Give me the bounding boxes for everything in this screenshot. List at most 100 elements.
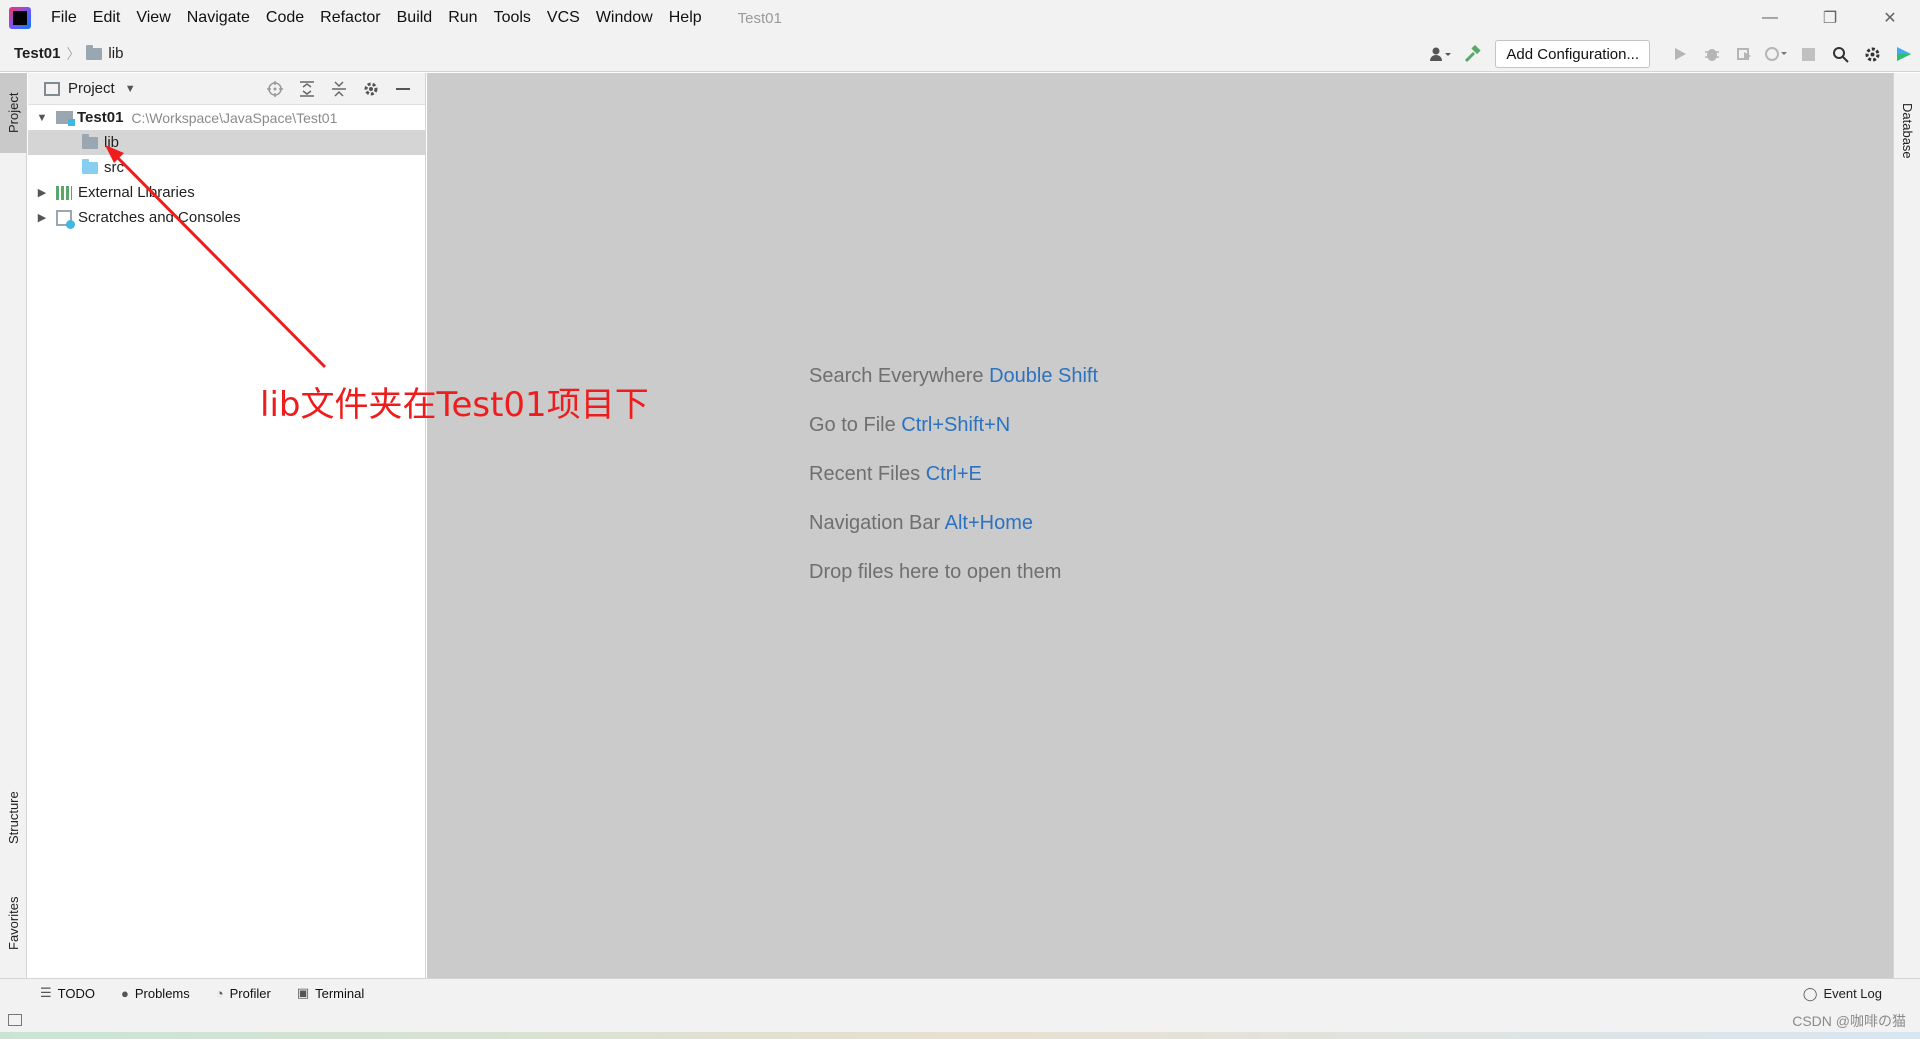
minimize-button[interactable]: — [1740, 0, 1800, 36]
project-panel-title[interactable]: Project [68, 80, 115, 97]
tree-row-external-libraries[interactable]: ▶ External Libraries [28, 180, 425, 205]
scratches-icon [56, 209, 75, 229]
tab-problems[interactable]: ● Problems [121, 986, 190, 1001]
hint-go-to-file: Go to File Ctrl+Shift+N [809, 414, 1098, 463]
tab-project-label: Project [6, 92, 21, 134]
user-icon[interactable] [1425, 36, 1457, 72]
locate-file-icon[interactable] [259, 73, 291, 105]
hint-shortcut: Ctrl+Shift+N [901, 414, 1011, 436]
search-icon[interactable] [1824, 36, 1856, 72]
folder-icon [82, 133, 98, 149]
tree-row-scratches[interactable]: ▶ Scratches and Consoles [28, 205, 425, 230]
tab-project[interactable]: Project [0, 73, 27, 153]
source-folder-icon [82, 158, 98, 174]
panel-settings-gear-icon[interactable] [355, 73, 387, 105]
hint-search-everywhere: Search Everywhere Double Shift [809, 365, 1098, 414]
menu-help[interactable]: Help [661, 0, 710, 36]
close-button[interactable]: ✕ [1860, 0, 1920, 36]
tab-profiler-label: Profiler [229, 985, 271, 1001]
hint-text: Recent Files [809, 463, 921, 485]
tab-favorites-label: Favorites [6, 896, 21, 950]
main-menu: File Edit View Navigate Code Refactor Bu… [43, 0, 710, 36]
editor-hints: Search Everywhere Double Shift Go to Fil… [809, 365, 1098, 610]
toolbar-right: Add Configuration... [1425, 36, 1920, 72]
tab-profiler[interactable]: ◔ Profiler [216, 986, 271, 1001]
tree-root-name: Test01 [77, 109, 124, 126]
chevron-down-icon[interactable]: ▼ [125, 83, 136, 95]
profiler-icon: ◔ [215, 985, 224, 1001]
hint-text: Search Everywhere [809, 365, 984, 387]
hint-text: Go to File [809, 414, 896, 436]
taskbar-edge [0, 1032, 1920, 1039]
expand-all-icon[interactable] [291, 73, 323, 105]
hint-shortcut: Alt+Home [944, 512, 1034, 534]
toggle-tool-windows-icon[interactable] [8, 1013, 22, 1026]
tab-problems-label: Problems [134, 985, 190, 1001]
title-bar: File Edit View Navigate Code Refactor Bu… [0, 0, 1920, 36]
module-folder-icon [56, 111, 75, 126]
collapse-all-icon[interactable] [323, 73, 355, 105]
menu-code[interactable]: Code [258, 0, 312, 36]
tab-structure[interactable]: Structure [0, 773, 27, 863]
tab-event-log[interactable]: ◯ Event Log [1803, 979, 1882, 1008]
restore-button[interactable]: ❐ [1800, 0, 1860, 36]
build-hammer-icon[interactable] [1457, 36, 1489, 72]
left-tool-strip: Project Structure Favorites [0, 73, 27, 978]
add-configuration-button[interactable]: Add Configuration... [1495, 40, 1650, 68]
menu-refactor[interactable]: Refactor [312, 0, 388, 36]
breadcrumb-project[interactable]: Test01 [14, 45, 60, 62]
event-log-icon: ◯ [1802, 985, 1818, 1001]
menu-view[interactable]: View [128, 0, 178, 36]
project-panel: Project ▼ ▼ Test01 C:\Workspace\JavaSpac… [28, 73, 426, 978]
debug-icon[interactable] [1696, 36, 1728, 72]
project-panel-tools [259, 73, 419, 105]
navigation-bar: Test01 〉 lib Add Configuration... [0, 36, 1920, 72]
intellij-logo-icon [9, 7, 31, 29]
stop-icon[interactable] [1792, 36, 1824, 72]
coverage-icon[interactable] [1728, 36, 1760, 72]
tree-src-label: src [104, 159, 124, 176]
chevron-right-icon[interactable]: ▶ [34, 211, 50, 224]
hint-text: Drop files here to open them [809, 561, 1062, 583]
hint-shortcut: Ctrl+E [925, 463, 982, 485]
project-tree: ▼ Test01 C:\Workspace\JavaSpace\Test01 l… [28, 105, 425, 230]
tab-event-log-label: Event Log [1823, 986, 1882, 1001]
menu-vcs[interactable]: VCS [539, 0, 588, 36]
menu-run[interactable]: Run [440, 0, 485, 36]
code-with-me-icon[interactable] [1888, 36, 1920, 72]
menu-build[interactable]: Build [389, 0, 441, 36]
tree-external-libraries-label: External Libraries [78, 184, 195, 201]
tree-row-src[interactable]: src [28, 155, 425, 180]
hide-panel-icon[interactable] [387, 73, 419, 105]
menu-edit[interactable]: Edit [85, 0, 129, 36]
editor-area[interactable]: Search Everywhere Double Shift Go to Fil… [427, 73, 1893, 978]
right-tool-strip: Database [1893, 73, 1920, 978]
tree-root-path: C:\Workspace\JavaSpace\Test01 [131, 109, 338, 126]
profile-icon[interactable] [1760, 36, 1792, 72]
folder-icon [86, 44, 103, 60]
menu-tools[interactable]: Tools [486, 0, 539, 36]
breadcrumb-separator: 〉 [66, 45, 81, 62]
window-title: Test01 [737, 9, 782, 27]
tree-scratches-label: Scratches and Consoles [78, 209, 241, 226]
menu-navigate[interactable]: Navigate [179, 0, 258, 36]
tree-row-root[interactable]: ▼ Test01 C:\Workspace\JavaSpace\Test01 [28, 105, 425, 130]
tree-row-lib[interactable]: lib [28, 130, 425, 155]
breadcrumb-lib[interactable]: lib [108, 45, 123, 62]
chevron-down-icon[interactable]: ▼ [34, 112, 50, 124]
menu-window[interactable]: Window [588, 0, 661, 36]
libraries-icon [56, 185, 72, 200]
tab-favorites[interactable]: Favorites [0, 873, 27, 973]
bottom-tool-bar: ☰ TODO ● Problems ◔ Profiler ▣ Terminal … [0, 978, 1920, 1007]
tab-database[interactable]: Database [1894, 83, 1920, 178]
hint-recent-files: Recent Files Ctrl+E [809, 463, 1098, 512]
list-icon: ☰ [40, 985, 52, 1000]
settings-gear-icon[interactable] [1856, 36, 1888, 72]
csdn-watermark: CSDN @咖啡の猫 [1792, 1013, 1906, 1029]
chevron-right-icon[interactable]: ▶ [34, 186, 50, 199]
menu-file[interactable]: File [43, 0, 85, 36]
tab-terminal[interactable]: ▣ Terminal [297, 985, 364, 1001]
run-icon[interactable] [1664, 36, 1696, 72]
tab-structure-label: Structure [6, 791, 21, 845]
tab-todo[interactable]: ☰ TODO [40, 985, 95, 1001]
